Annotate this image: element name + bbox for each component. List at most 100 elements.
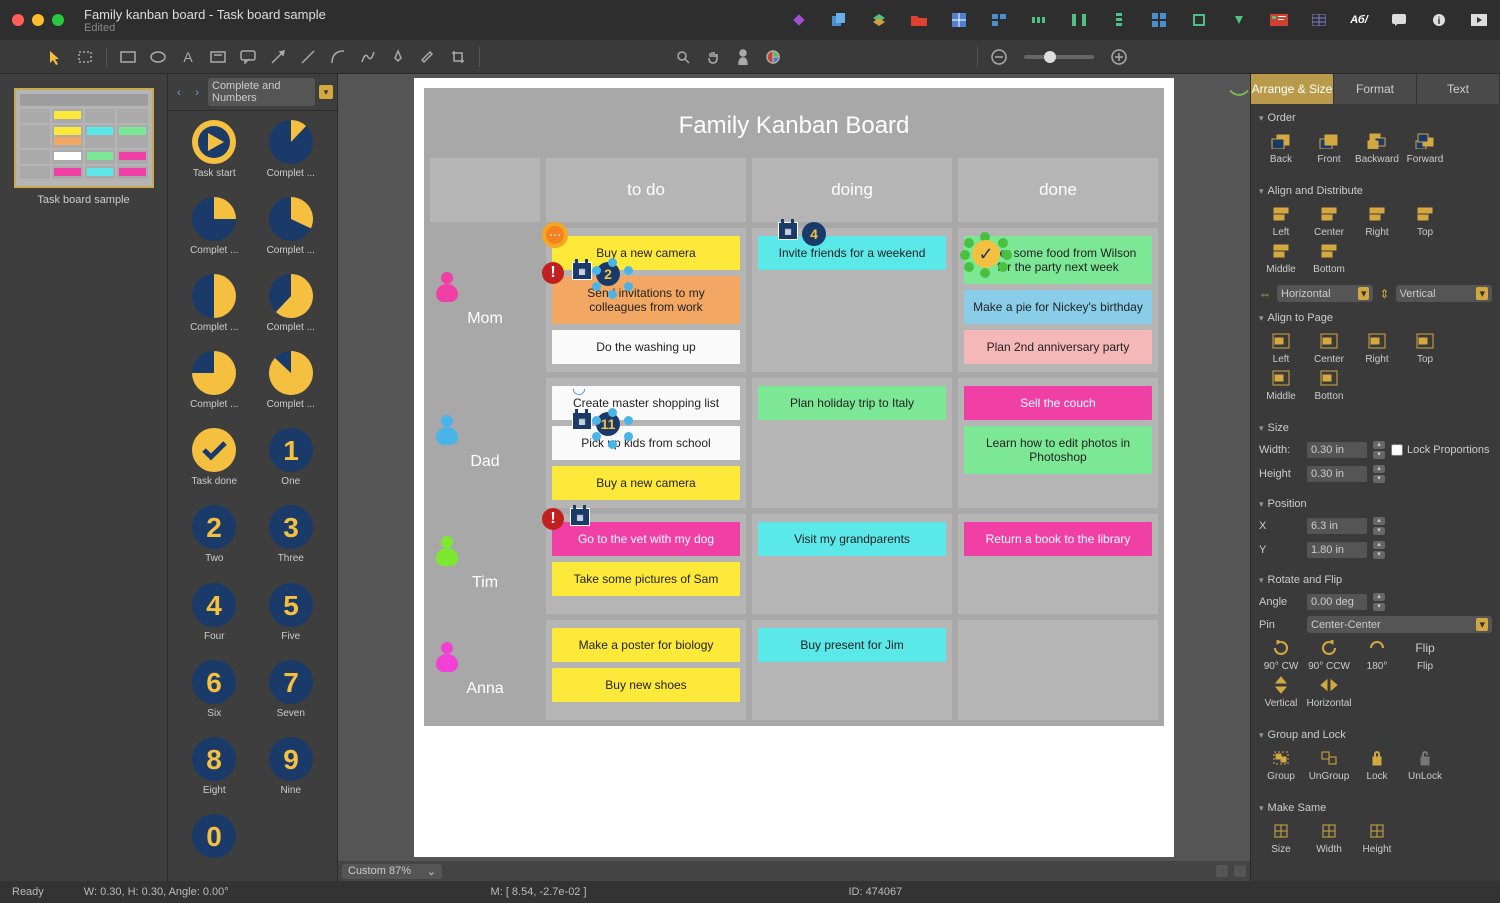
task-card[interactable]: Plan 2nd anniversary party — [964, 330, 1152, 364]
align-icon[interactable] — [990, 13, 1008, 27]
textbox-tool[interactable] — [205, 45, 231, 69]
width-input[interactable] — [1307, 442, 1367, 458]
y-input[interactable] — [1307, 542, 1367, 558]
x-stepper[interactable]: ▴▾ — [1373, 516, 1385, 536]
layers-icon[interactable] — [870, 13, 888, 27]
connector-tool[interactable] — [265, 45, 291, 69]
grid-icon[interactable] — [950, 13, 968, 27]
distribute-h-icon[interactable] — [1030, 13, 1048, 27]
minimize-window[interactable] — [32, 14, 44, 26]
shape-item[interactable]: 5Five — [255, 582, 328, 653]
align-row-center[interactable]: Center — [1307, 205, 1351, 238]
align-page-row-left[interactable]: Left — [1259, 332, 1303, 365]
task-card[interactable]: Buy a new camera — [552, 466, 740, 500]
edit-points-tool[interactable] — [415, 45, 441, 69]
presentation-icon[interactable] — [1270, 13, 1288, 27]
calendar-badge[interactable]: ▦ — [570, 508, 590, 526]
text-tool[interactable]: A — [175, 45, 201, 69]
maximize-window[interactable] — [52, 14, 64, 26]
y-stepper[interactable]: ▴▾ — [1373, 540, 1385, 560]
pan-icon[interactable] — [700, 45, 726, 69]
comment-icon[interactable] — [1390, 13, 1408, 27]
calendar-badge[interactable]: ▦ — [778, 222, 798, 240]
task-card[interactable]: Make a pie for Nickey's birthday — [964, 290, 1152, 324]
align-row-middle[interactable]: Middle — [1259, 242, 1303, 275]
number-badge[interactable]: 4 — [802, 222, 826, 246]
rotate-row-vertical[interactable]: Vertical — [1259, 676, 1303, 709]
rotate-row-flip[interactable]: FlipFlip — [1403, 639, 1447, 672]
shape-item[interactable]: Complet ... — [255, 196, 328, 267]
order-row-front[interactable]: Front — [1307, 132, 1351, 165]
task-card[interactable]: !▦2Send invitations to my colleagues fro… — [552, 276, 740, 324]
x-input[interactable] — [1307, 518, 1367, 534]
lang-icon[interactable]: Аб/ — [1350, 13, 1368, 27]
task-card[interactable]: Take some pictures of Sam — [552, 562, 740, 596]
shape-item[interactable]: 7Seven — [255, 659, 328, 730]
shape-item[interactable]: 4Four — [178, 582, 251, 653]
group-row-lock[interactable]: Lock — [1355, 749, 1399, 782]
line-tool[interactable] — [295, 45, 321, 69]
board-cell[interactable] — [958, 620, 1158, 720]
board-cell[interactable]: ◡Create master shopping list▦11Pick up k… — [546, 378, 746, 508]
shape-item[interactable]: 2Two — [178, 504, 251, 575]
task-card[interactable]: Learn how to edit photos in Photoshop — [964, 426, 1152, 474]
width-stepper[interactable]: ▴▾ — [1373, 440, 1385, 460]
section-group[interactable]: Group and Lock — [1259, 725, 1492, 745]
lock-proportions-checkbox[interactable] — [1391, 444, 1403, 456]
board-cell[interactable]: ⋯Buy a new camera!▦2Send invitations to … — [546, 228, 746, 372]
number-badge[interactable]: 2 — [596, 262, 620, 286]
lib-back-icon[interactable]: ‹ — [172, 85, 186, 99]
shape-item[interactable]: 9Nine — [255, 736, 328, 807]
board-cell[interactable]: Sell the couchLearn how to edit photos i… — [958, 378, 1158, 508]
lib-options-icon[interactable]: ▾ — [319, 85, 333, 99]
task-card[interactable]: Make a poster for biology — [552, 628, 740, 662]
shape-item[interactable]: Complet ... — [255, 273, 328, 344]
task-card[interactable]: ▦4Invite friends for a weekend — [758, 236, 946, 270]
shape-item[interactable]: 8Eight — [178, 736, 251, 807]
align-page-row-right[interactable]: Right — [1355, 332, 1399, 365]
tab-format[interactable]: Format — [1334, 74, 1417, 104]
person-tool-icon[interactable] — [730, 45, 756, 69]
align-page-row-top[interactable]: Top — [1403, 332, 1447, 365]
order-row-forward[interactable]: Forward — [1403, 132, 1447, 165]
align-row-top[interactable]: Top — [1403, 205, 1447, 238]
tiles-icon[interactable] — [1150, 13, 1168, 27]
shape-item[interactable]: Complet ... — [255, 350, 328, 421]
section-align[interactable]: Align and Distribute — [1259, 181, 1492, 201]
rotate-row-180[interactable]: 180° — [1355, 639, 1399, 672]
view-mode-2[interactable] — [1234, 865, 1246, 877]
group-icon[interactable] — [1190, 13, 1208, 27]
board-cell[interactable]: Make a poster for biologyBuy new shoes — [546, 620, 746, 720]
search-icon[interactable] — [670, 45, 696, 69]
callout-tool[interactable] — [235, 45, 261, 69]
page-thumbnail[interactable] — [14, 88, 154, 188]
same-row-height[interactable]: Height — [1355, 822, 1399, 855]
lasso-tool[interactable] — [72, 45, 98, 69]
rectangle-tool[interactable] — [115, 45, 141, 69]
task-card[interactable]: Do the washing up — [552, 330, 740, 364]
close-window[interactable] — [12, 14, 24, 26]
board-cell[interactable]: Buy present for Jim — [752, 620, 952, 720]
board-cell[interactable]: Visit my grandparents — [752, 514, 952, 614]
diamond-icon[interactable] — [790, 13, 808, 27]
board-cell[interactable]: ✓Order some food from Wilson for the par… — [958, 228, 1158, 372]
shape-item[interactable]: 6Six — [178, 659, 251, 730]
task-card[interactable]: Plan holiday trip to Italy — [758, 386, 946, 420]
distribute-v-icon[interactable] — [1110, 13, 1128, 27]
calendar-badge[interactable]: ▦ — [572, 262, 592, 280]
shape-item[interactable]: 3Three — [255, 504, 328, 575]
shape-item[interactable]: 1One — [255, 427, 328, 498]
shape-item[interactable]: Complet ... — [178, 196, 251, 267]
align-page-row-center[interactable]: Center — [1307, 332, 1351, 365]
task-card[interactable]: Return a book to the library — [964, 522, 1152, 556]
board-cell[interactable]: Plan holiday trip to Italy — [752, 378, 952, 508]
spline-tool[interactable] — [355, 45, 381, 69]
drawing-page[interactable]: Family Kanban Board to dodoingdoneMom⋯Bu… — [414, 78, 1174, 857]
pointer-tool[interactable] — [42, 45, 68, 69]
ellipse-tool[interactable] — [145, 45, 171, 69]
group-row-group[interactable]: Group — [1259, 749, 1303, 782]
shape-item[interactable]: Complet ... — [255, 119, 328, 190]
pen-tool[interactable] — [385, 45, 411, 69]
shape-item[interactable]: Task start — [178, 119, 251, 190]
group-row-unlock[interactable]: UnLock — [1403, 749, 1447, 782]
